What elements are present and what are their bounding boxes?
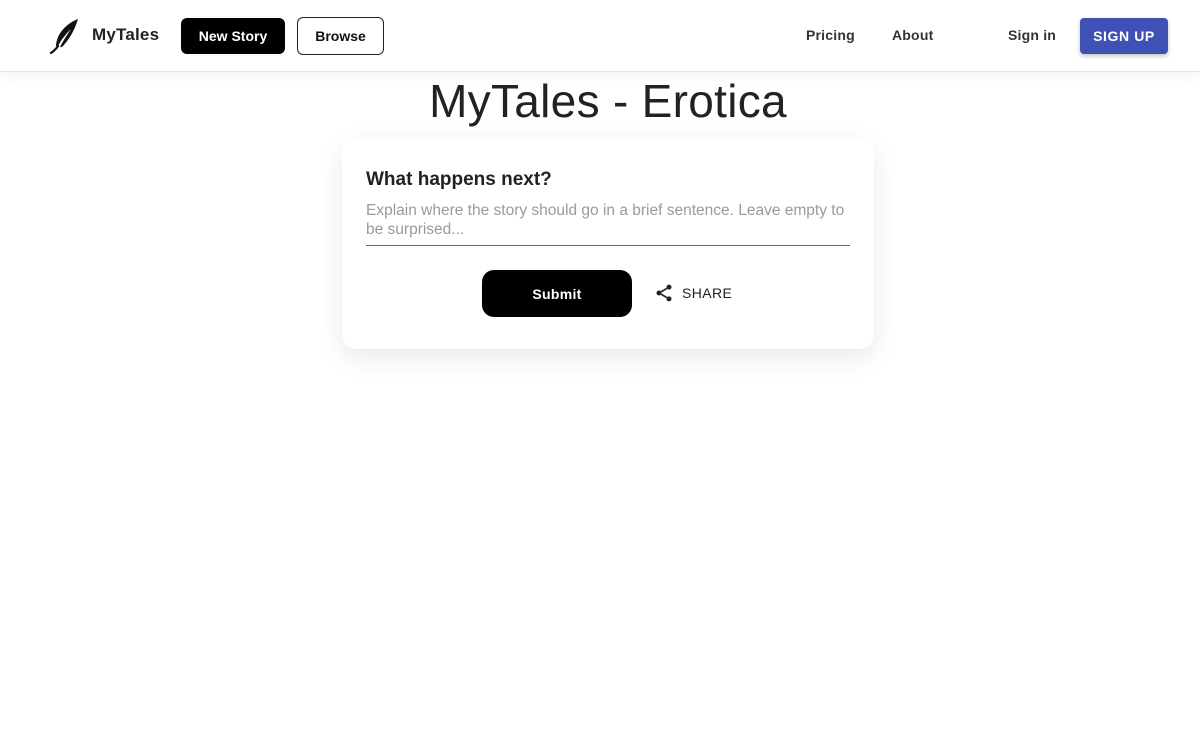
next-step-card: What happens next? Submit SHARE (342, 139, 874, 349)
new-story-button[interactable]: New Story (181, 18, 285, 54)
brand-name[interactable]: MyTales (92, 25, 159, 45)
top-navbar: MyTales New Story Browse Pricing About S… (0, 0, 1200, 72)
nav-link-pricing[interactable]: Pricing (806, 27, 855, 43)
share-button[interactable]: SHARE (648, 276, 738, 310)
share-icon (654, 283, 674, 303)
nav-link-about[interactable]: About (892, 27, 933, 43)
story-direction-input[interactable] (366, 201, 850, 246)
page-title: MyTales - Erotica (429, 75, 787, 127)
quill-pen-icon[interactable] (48, 18, 80, 55)
sign-in-link[interactable]: Sign in (1008, 27, 1056, 43)
card-heading: What happens next? (366, 169, 552, 190)
share-label: SHARE (682, 285, 733, 301)
submit-button[interactable]: Submit (482, 270, 632, 317)
browse-button[interactable]: Browse (297, 17, 384, 55)
sign-up-button[interactable]: SIGN UP (1080, 18, 1168, 54)
